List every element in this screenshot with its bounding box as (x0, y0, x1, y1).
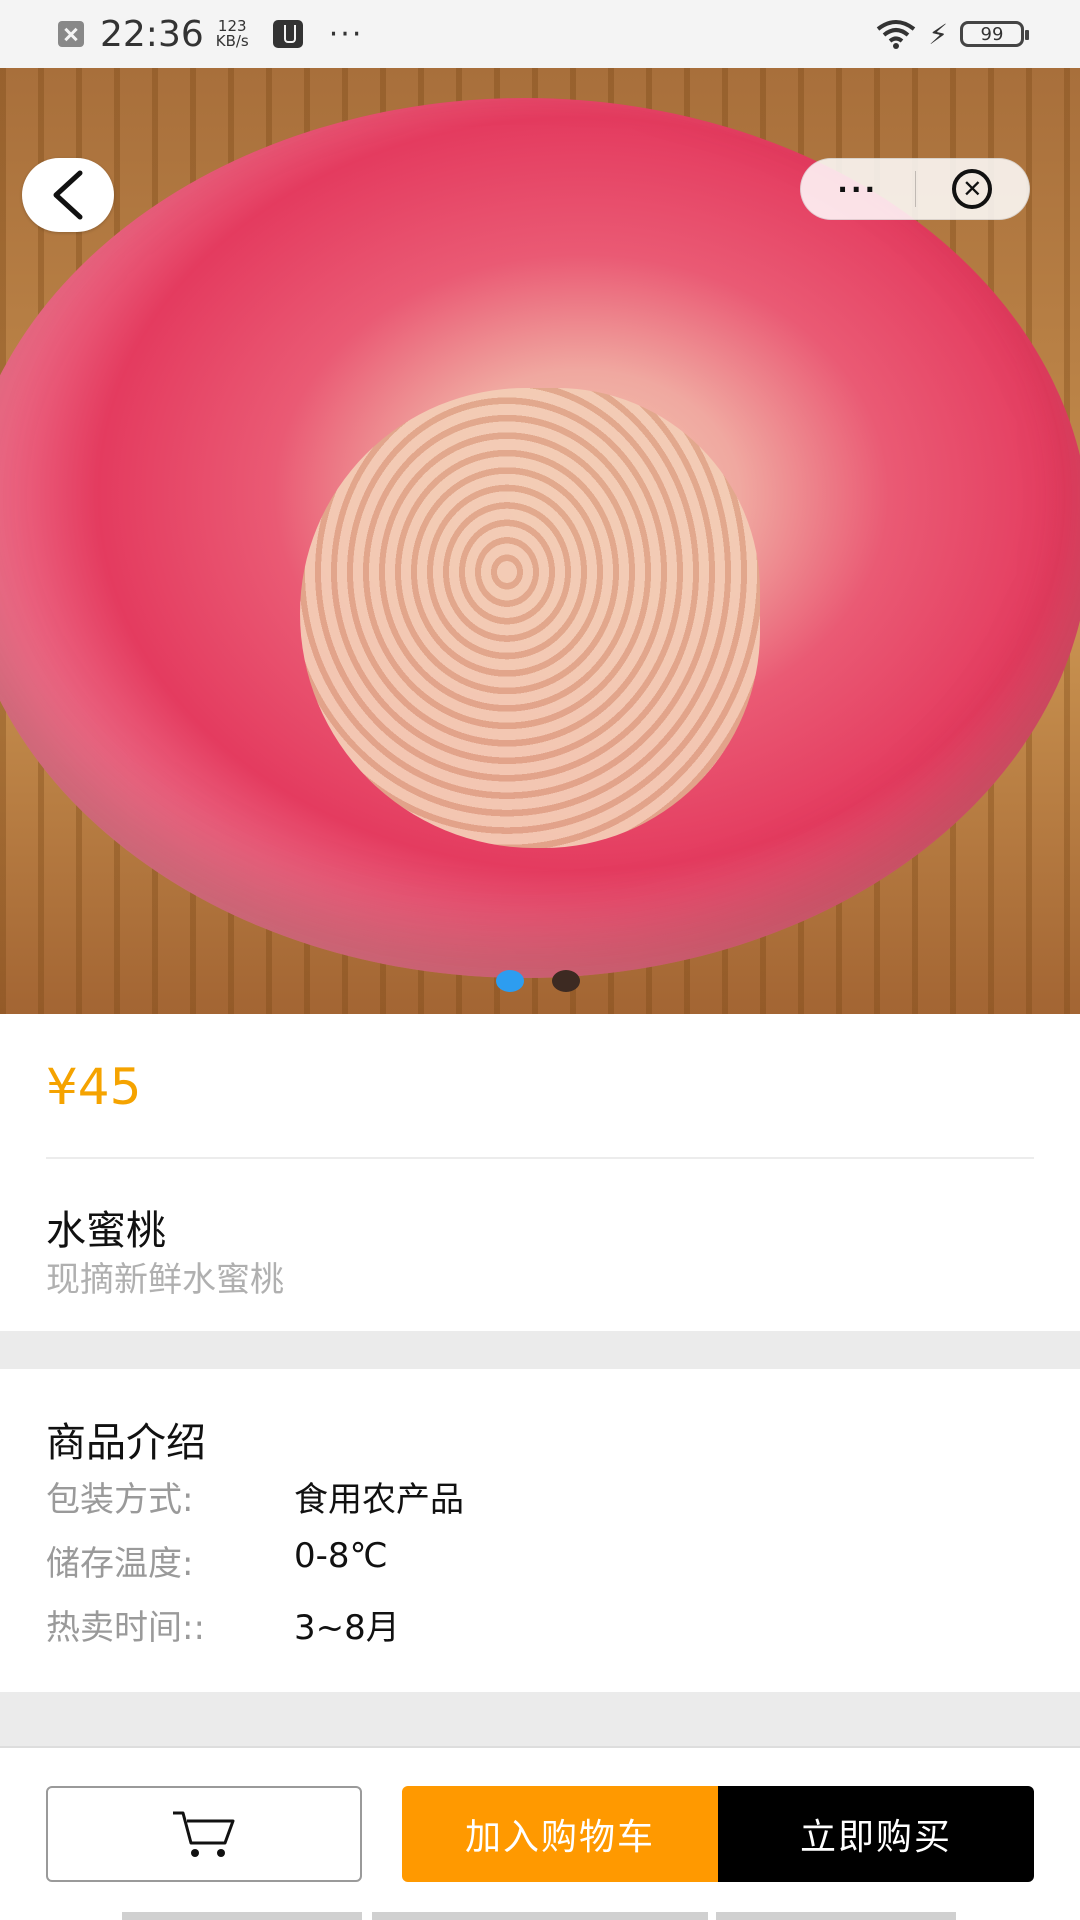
charging-icon: ⚡ (928, 17, 948, 51)
chevron-left-icon (53, 170, 83, 220)
status-right: ⚡ 99 (876, 17, 1029, 51)
more-icon: ··· (837, 172, 879, 206)
cart-icon (173, 1811, 235, 1857)
spec-label: 热卖时间:: (46, 1608, 205, 1648)
spec-label: 包装方式: (46, 1480, 194, 1520)
back-button[interactable] (22, 158, 114, 232)
cart-button[interactable] (46, 1786, 362, 1882)
network-speed-unit: KB/s (215, 32, 249, 50)
spec-label: 储存温度: (46, 1544, 194, 1584)
add-to-cart-button[interactable]: 加入购物车 (402, 1786, 718, 1882)
usb-icon (272, 20, 303, 48)
close-circle-icon: ✕ (952, 169, 993, 209)
wifi-icon (877, 20, 916, 49)
carousel-dot-2[interactable] (552, 970, 580, 992)
product-name: 水蜜桃 (46, 1208, 166, 1254)
buy-now-button[interactable]: 立即购买 (718, 1786, 1034, 1882)
mini-program-capsule: ··· ✕ (800, 158, 1030, 220)
battery-level: 99 (980, 23, 1004, 45)
status-time: 22:36 (100, 13, 204, 55)
spec-row-storage: 储存温度: 0-8℃ (46, 1536, 388, 1585)
network-speed: 123 KB/s (216, 19, 249, 49)
spec-value: 0-8℃ (294, 1536, 388, 1576)
notification-icon (58, 21, 84, 47)
peach-pit-image (300, 388, 760, 848)
bottom-edge (0, 1912, 1080, 1920)
intro-title: 商品介绍 (46, 1420, 206, 1466)
product-price: ¥45 (46, 1058, 142, 1116)
more-button[interactable]: ··· (801, 173, 915, 206)
close-button[interactable]: ✕ (916, 169, 1030, 209)
spec-row-packaging: 包装方式: 食用农产品 (46, 1472, 464, 1521)
battery-icon: 99 (960, 21, 1029, 47)
status-left: 22:36 123 KB/s ··· (58, 14, 363, 55)
spec-value: 3~8月 (294, 1608, 400, 1648)
product-subtitle: 现摘新鲜水蜜桃 (46, 1260, 284, 1300)
product-image-carousel[interactable]: ··· ✕ (0, 68, 1080, 1014)
divider (46, 1157, 1034, 1159)
status-bar: 22:36 123 KB/s ··· ⚡ 99 (0, 0, 1080, 68)
carousel-dot-1[interactable] (496, 970, 524, 992)
spec-row-season: 热卖时间:: 3~8月 (46, 1600, 400, 1649)
section-separator (0, 1692, 1080, 1746)
status-more-icon: ··· (328, 16, 364, 52)
section-separator (0, 1331, 1080, 1369)
spec-value: 食用农产品 (294, 1480, 464, 1520)
carousel-indicator (496, 970, 580, 992)
action-bar-border (0, 1746, 1080, 1748)
